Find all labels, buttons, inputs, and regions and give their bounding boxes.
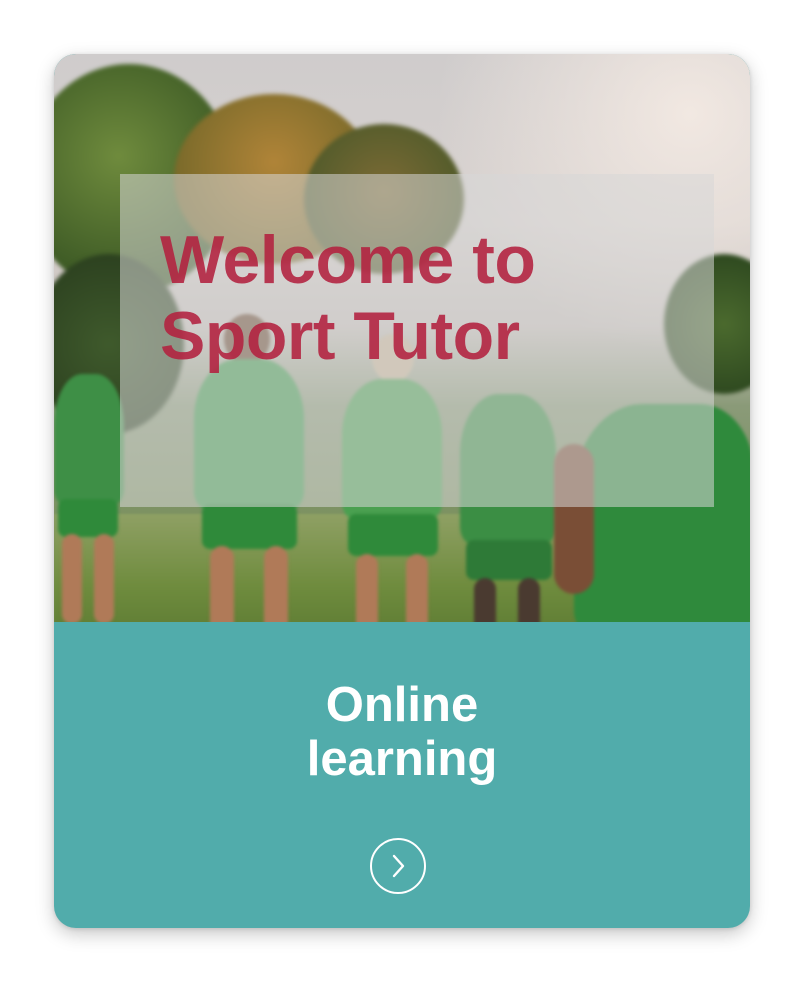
hero-title-line-1: Welcome to <box>160 222 536 298</box>
card-title-line-1: Online <box>325 678 479 732</box>
online-learning-card[interactable]: Welcome to Sport Tutor Online learning <box>54 54 750 928</box>
next-arrow-button[interactable] <box>370 838 426 894</box>
chevron-right-icon <box>392 854 405 878</box>
card-title-line-2: learning <box>306 732 498 786</box>
hero-image: Welcome to Sport Tutor <box>54 54 750 622</box>
hero-title: Welcome to Sport Tutor <box>160 222 680 374</box>
card-title: Online learning <box>54 678 750 786</box>
hero-title-line-2: Sport Tutor <box>160 298 520 374</box>
